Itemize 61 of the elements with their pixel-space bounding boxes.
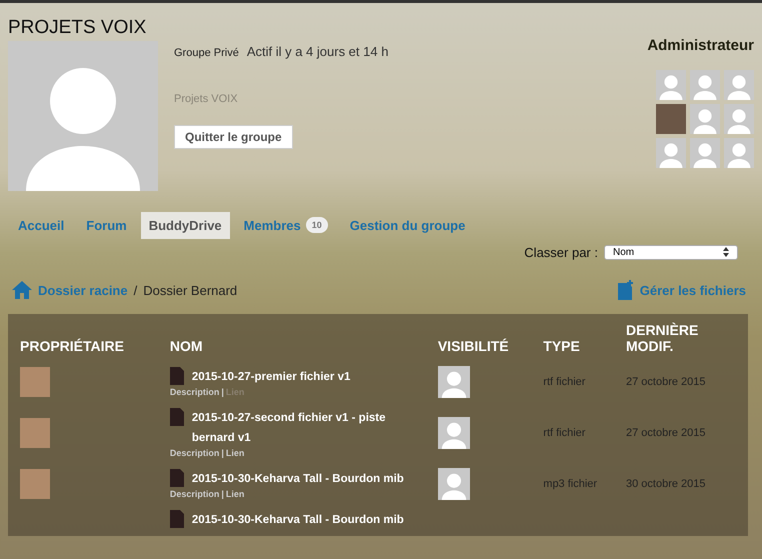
photo-placeholder[interactable]: [656, 104, 686, 134]
visibility-avatar: [438, 468, 470, 500]
file-name[interactable]: 2015-10-27-second fichier v1 - piste bernard v1: [192, 408, 430, 448]
link-separator: |: [221, 448, 224, 458]
member-avatar: [724, 104, 754, 134]
breadcrumb-separator: /: [134, 282, 138, 298]
description-link[interactable]: Description: [170, 489, 220, 499]
modified-date: 27 octobre 2015: [626, 376, 706, 388]
description-link[interactable]: Description: [170, 448, 220, 458]
group-status: Groupe Privé: [174, 47, 239, 59]
leave-group-button[interactable]: Quitter le groupe: [174, 125, 293, 149]
group-title: PROJETS VOIX: [8, 17, 148, 39]
home-icon[interactable]: [12, 281, 32, 299]
sort-dropdown[interactable]: Nom: [604, 245, 738, 260]
file-icon: [170, 510, 184, 528]
nav-tab[interactable]: BuddyDrive: [140, 212, 230, 238]
nav-tab[interactable]: Gestion du groupe: [342, 212, 474, 238]
member-avatar: [724, 138, 754, 168]
member-count-badge: 10: [306, 217, 328, 233]
file-name[interactable]: 2015-10-30-Keharva Tall - Bourdon mib: [192, 469, 404, 489]
nav-tab[interactable]: Accueil: [10, 212, 72, 238]
member-avatar: [690, 138, 720, 168]
member-avatar: [690, 104, 720, 134]
file-icon: [170, 469, 184, 487]
description-link[interactable]: Description: [170, 387, 220, 397]
member-avatar: [690, 70, 720, 100]
column-header: NOM: [168, 337, 204, 356]
modified-date: 30 octobre 2015: [626, 478, 706, 490]
nav-tab[interactable]: Membres 10: [236, 211, 336, 239]
link-separator: |: [221, 489, 224, 499]
share-link[interactable]: Lien: [226, 489, 244, 499]
updown-icon: [723, 247, 729, 257]
file-name[interactable]: 2015-10-27-premier fichier v1: [192, 367, 350, 387]
share-link[interactable]: Lien: [226, 448, 244, 458]
file-name[interactable]: 2015-10-30-Keharva Tall - Bourdon mib: [192, 510, 404, 530]
activity-text: Actif il y a 4 jours et 14 h: [246, 44, 388, 59]
member-avatar: [656, 70, 686, 100]
visibility-avatar: [438, 417, 470, 449]
sort-label: Classer par :: [524, 245, 598, 260]
column-header: TYPE: [542, 337, 581, 356]
nav-tab[interactable]: Forum: [78, 212, 135, 238]
group-description: Projets VOIX: [174, 93, 239, 105]
column-header: VISIBILITÉ: [436, 337, 510, 356]
file-type: mp3 fichier: [543, 478, 598, 490]
file-type: rtf fichier: [543, 376, 586, 388]
photo-placeholder: [20, 469, 50, 499]
file-icon: [170, 367, 184, 385]
add-file-icon: [618, 280, 634, 300]
link-separator: |: [221, 387, 224, 397]
modified-date: 27 octobre 2015: [626, 427, 706, 439]
current-folder: Dossier Bernard: [143, 282, 238, 298]
column-header: PROPRIÉTAIRE: [19, 337, 125, 356]
file-icon: [170, 408, 184, 426]
member-avatar: [724, 70, 754, 100]
column-header: DERNIÈRE MODIF.: [625, 322, 700, 356]
photo-placeholder: [20, 367, 50, 397]
member-avatar: [656, 138, 686, 168]
photo-placeholder: [20, 418, 50, 448]
admin-heading: Administrateur: [647, 37, 754, 54]
file-type: rtf fichier: [543, 427, 586, 439]
visibility-avatar: [438, 366, 470, 398]
